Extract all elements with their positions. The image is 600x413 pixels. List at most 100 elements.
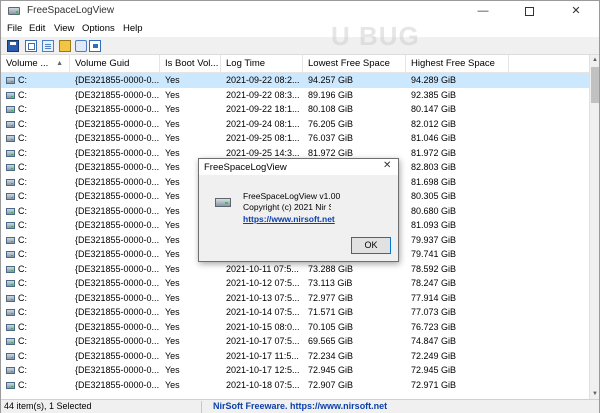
maximize-button[interactable] bbox=[506, 1, 552, 22]
table-row[interactable]: C: {DE321855-0000-0... Yes 2021-09-24 08:1.… bbox=[1, 117, 599, 132]
column-header-log-time[interactable]: Log Time bbox=[221, 55, 303, 73]
volume-label: C: bbox=[18, 162, 27, 172]
table-row[interactable]: C: {DE321855-0000-0... Yes 2021-10-17 07:5.… bbox=[1, 334, 599, 349]
menu-file[interactable]: File bbox=[7, 23, 22, 34]
cell-highest-free-space: 82.012 GiB bbox=[411, 118, 457, 129]
menu-help[interactable]: Help bbox=[123, 23, 143, 34]
volume-label: C: bbox=[18, 118, 27, 129]
cell-log-time: 2021-10-17 11:5... bbox=[226, 350, 299, 361]
volume-label: C: bbox=[18, 292, 27, 303]
about-disk-icon bbox=[215, 195, 231, 209]
table-row[interactable]: C: {DE321855-0000-0... Yes 2021-10-12 07:5.… bbox=[1, 276, 599, 291]
cell-is-boot-volume: Yes bbox=[165, 292, 180, 303]
column-header-volume-guid[interactable]: Volume Guid bbox=[70, 55, 160, 73]
about-close-icon[interactable]: ✕ bbox=[383, 160, 391, 171]
column-header-label: Volume ... bbox=[6, 58, 49, 69]
cell-volume-guid: {DE321855-0000-0... bbox=[75, 104, 160, 114]
about-dialog-title-bar[interactable]: FreeSpaceLogView ✕ bbox=[199, 159, 398, 175]
menu-options[interactable]: Options bbox=[82, 23, 115, 34]
exit-icon[interactable] bbox=[89, 40, 101, 52]
title-bar[interactable]: FreeSpaceLogView — ✕ bbox=[1, 1, 599, 22]
vertical-scrollbar[interactable]: ▲ ▼ bbox=[589, 55, 599, 399]
html-report-icon[interactable] bbox=[42, 40, 54, 52]
volume-label: C: bbox=[18, 75, 27, 85]
close-button[interactable]: ✕ bbox=[553, 1, 599, 22]
cell-is-boot-volume: Yes bbox=[165, 133, 180, 143]
cell-volume: C: bbox=[6, 305, 68, 320]
cell-volume-guid: {DE321855-0000-0... bbox=[75, 292, 160, 303]
about-dialog-title: FreeSpaceLogView bbox=[204, 162, 287, 173]
cell-lowest-free-space: 72.977 GiB bbox=[308, 292, 354, 303]
drive-icon bbox=[6, 323, 15, 331]
table-row[interactable]: C: {DE321855-0000-0... Yes 2021-09-22 08:3.… bbox=[1, 88, 599, 103]
drive-icon bbox=[6, 265, 15, 273]
table-row[interactable]: C: {DE321855-0000-0... Yes 2021-10-17 12:5.… bbox=[1, 363, 599, 378]
cell-volume-guid: {DE321855-0000-0... bbox=[75, 89, 160, 100]
cell-is-boot-volume: Yes bbox=[165, 321, 180, 332]
table-row[interactable]: C: {DE321855-0000-0... Yes 2021-09-22 08:2.… bbox=[1, 73, 599, 88]
scroll-down-icon[interactable]: ▼ bbox=[590, 389, 600, 399]
main-window: FreeSpaceLogView — ✕ File Edit View Opti… bbox=[0, 0, 600, 413]
column-header-is-boot-volume[interactable]: Is Boot Vol... bbox=[160, 55, 221, 73]
cell-lowest-free-space: 69.565 GiB bbox=[308, 336, 354, 346]
drive-icon bbox=[6, 135, 15, 142]
status-bar: 44 item(s), 1 Selected NirSoft Freeware.… bbox=[1, 399, 599, 413]
status-item-count: 44 item(s), 1 Selected bbox=[4, 401, 92, 411]
scroll-up-icon[interactable]: ▲ bbox=[590, 55, 600, 65]
drive-icon bbox=[6, 236, 15, 244]
table-row[interactable]: C: {DE321855-0000-0... Yes 2021-10-17 11:5.… bbox=[1, 349, 599, 364]
scrollbar-thumb[interactable] bbox=[591, 67, 599, 103]
column-header-highest-free-space[interactable]: Highest Free Space bbox=[406, 55, 509, 73]
cell-lowest-free-space: 89.196 GiB bbox=[308, 89, 354, 100]
cell-highest-free-space: 77.914 GiB bbox=[411, 292, 457, 303]
about-website-link[interactable]: https://www.nirsoft.net bbox=[243, 214, 335, 224]
volume-label: C: bbox=[18, 365, 27, 375]
cell-highest-free-space: 72.971 GiB bbox=[411, 379, 457, 390]
properties-icon[interactable] bbox=[59, 40, 71, 52]
volume-label: C: bbox=[18, 220, 27, 230]
table-row[interactable]: C: {DE321855-0000-0... Yes 2021-10-13 07:5.… bbox=[1, 291, 599, 306]
column-header-volume[interactable]: Volume ... ▲ bbox=[1, 55, 70, 73]
cell-volume: C: bbox=[6, 291, 68, 306]
table-row[interactable]: C: {DE321855-0000-0... Yes 2021-10-15 08:0.… bbox=[1, 320, 599, 335]
cell-highest-free-space: 77.073 GiB bbox=[411, 307, 457, 317]
cell-lowest-free-space: 73.113 GiB bbox=[308, 278, 353, 288]
cell-highest-free-space: 78.247 GiB bbox=[411, 278, 457, 288]
cell-lowest-free-space: 76.205 GiB bbox=[308, 118, 354, 129]
minimize-button[interactable]: — bbox=[460, 1, 506, 22]
table-row[interactable]: C: {DE321855-0000-0... Yes 2021-09-25 08:1.… bbox=[1, 131, 599, 146]
cell-volume-guid: {DE321855-0000-0... bbox=[75, 220, 160, 230]
cell-highest-free-space: 79.741 GiB bbox=[411, 249, 457, 259]
table-row[interactable]: C: {DE321855-0000-0... Yes 2021-09-22 18:1.… bbox=[1, 102, 599, 117]
volume-label: C: bbox=[18, 249, 27, 259]
volume-label: C: bbox=[18, 89, 27, 100]
column-header-lowest-free-space[interactable]: Lowest Free Space bbox=[303, 55, 406, 73]
cell-lowest-free-space: 94.257 GiB bbox=[308, 75, 354, 85]
cell-volume-guid: {DE321855-0000-0... bbox=[75, 205, 160, 216]
table-row[interactable]: C: {DE321855-0000-0... Yes 2021-10-18 07:5.… bbox=[1, 378, 599, 393]
copy-icon[interactable] bbox=[25, 40, 37, 52]
cell-highest-free-space: 81.698 GiB bbox=[411, 176, 457, 187]
status-nirsoft-link[interactable]: NirSoft Freeware. https://www.nirsoft.ne… bbox=[213, 401, 387, 411]
menu-edit[interactable]: Edit bbox=[29, 23, 45, 34]
close-icon: ✕ bbox=[571, 5, 581, 17]
cell-volume-guid: {DE321855-0000-0... bbox=[75, 133, 160, 143]
drive-icon bbox=[6, 338, 15, 345]
cell-volume: C: bbox=[6, 218, 68, 233]
watermark-text: U BUG bbox=[331, 21, 420, 51]
table-row[interactable]: C: {DE321855-0000-0... Yes 2021-10-11 07:5.… bbox=[1, 262, 599, 277]
volume-label: C: bbox=[18, 191, 27, 201]
cell-log-time: 2021-10-17 07:5... bbox=[226, 336, 300, 346]
menu-view[interactable]: View bbox=[54, 23, 74, 34]
cell-volume-guid: {DE321855-0000-0... bbox=[75, 176, 160, 187]
save-icon[interactable] bbox=[7, 40, 19, 52]
ok-button[interactable]: OK bbox=[351, 237, 391, 254]
find-icon[interactable] bbox=[75, 40, 87, 52]
cell-volume: C: bbox=[6, 175, 68, 190]
cell-highest-free-space: 80.305 GiB bbox=[411, 191, 457, 201]
drive-icon bbox=[6, 106, 15, 113]
cell-volume: C: bbox=[6, 73, 68, 88]
volume-label: C: bbox=[18, 278, 27, 288]
cell-log-time: 2021-10-13 07:5... bbox=[226, 292, 300, 303]
table-row[interactable]: C: {DE321855-0000-0... Yes 2021-10-14 07:5.… bbox=[1, 305, 599, 320]
